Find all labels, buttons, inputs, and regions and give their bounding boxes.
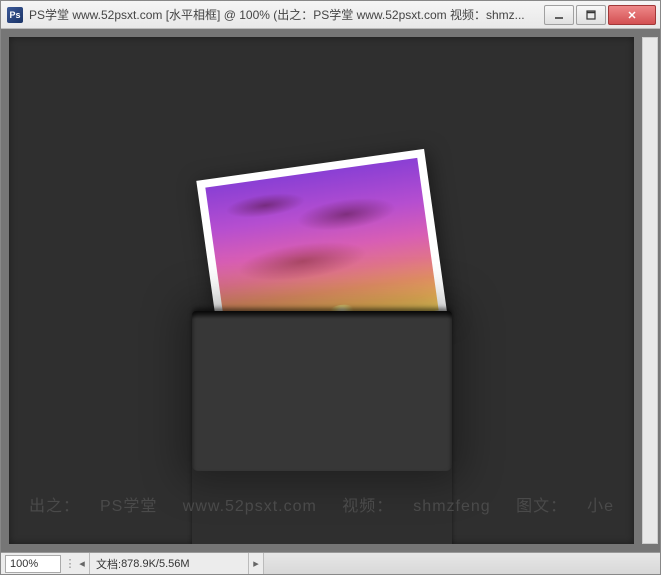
zoom-input[interactable]: 100% <box>5 555 61 573</box>
statusbar: 100% ⋮ ◂ 文档:878.9K/5.56M ▸ <box>1 552 660 574</box>
artwork: 出之： PS学堂 www.52psxt.com 视频： shmzfeng 图文： 小e <box>9 37 634 544</box>
window-title: PS学堂 www.52psxt.com [水平相框] @ 100% (出之：PS… <box>29 6 536 23</box>
canvas-area: 出之： PS学堂 www.52psxt.com 视频： shmzfeng 图文： 小e <box>1 29 660 552</box>
close-button[interactable] <box>608 5 656 25</box>
minimize-button[interactable] <box>544 5 574 25</box>
wm-source: PS学堂 <box>100 498 157 515</box>
doc-label: 文档: <box>96 556 121 572</box>
document-info: 文档:878.9K/5.56M <box>89 553 249 574</box>
pocket-square <box>192 311 452 471</box>
wm-video: shmzfeng <box>413 498 490 515</box>
titlebar: Ps PS学堂 www.52psxt.com [水平相框] @ 100% (出之… <box>1 1 660 29</box>
vertical-scrollbar[interactable] <box>642 37 658 544</box>
cloud-shape <box>294 192 397 236</box>
watermark-text: 出之： PS学堂 www.52psxt.com 视频： shmzfeng 图文： 小e <box>9 492 634 516</box>
wm-video-label: 视频： <box>342 498 393 515</box>
cloud-shape <box>224 189 306 222</box>
statusbar-left-arrow[interactable]: ◂ <box>75 557 89 570</box>
doc-value: 878.9K/5.56M <box>121 558 190 570</box>
horizontal-scrollbar[interactable] <box>263 553 660 574</box>
cloud-shape <box>236 235 370 288</box>
window-controls <box>542 5 656 25</box>
app-window: Ps PS学堂 www.52psxt.com [水平相框] @ 100% (出之… <box>0 0 661 575</box>
maximize-button[interactable] <box>576 5 606 25</box>
statusbar-right-arrow[interactable]: ▸ <box>249 557 263 570</box>
statusbar-grip-icon: ⋮ <box>65 557 75 570</box>
canvas-frame[interactable]: 出之： PS学堂 www.52psxt.com 视频： shmzfeng 图文： 小e <box>9 37 634 544</box>
wm-url: www.52psxt.com <box>183 498 317 515</box>
wm-author: 小e <box>587 498 614 515</box>
wm-author-label: 图文： <box>516 498 567 515</box>
wm-source-label: 出之： <box>29 498 80 515</box>
app-icon: Ps <box>7 7 23 23</box>
